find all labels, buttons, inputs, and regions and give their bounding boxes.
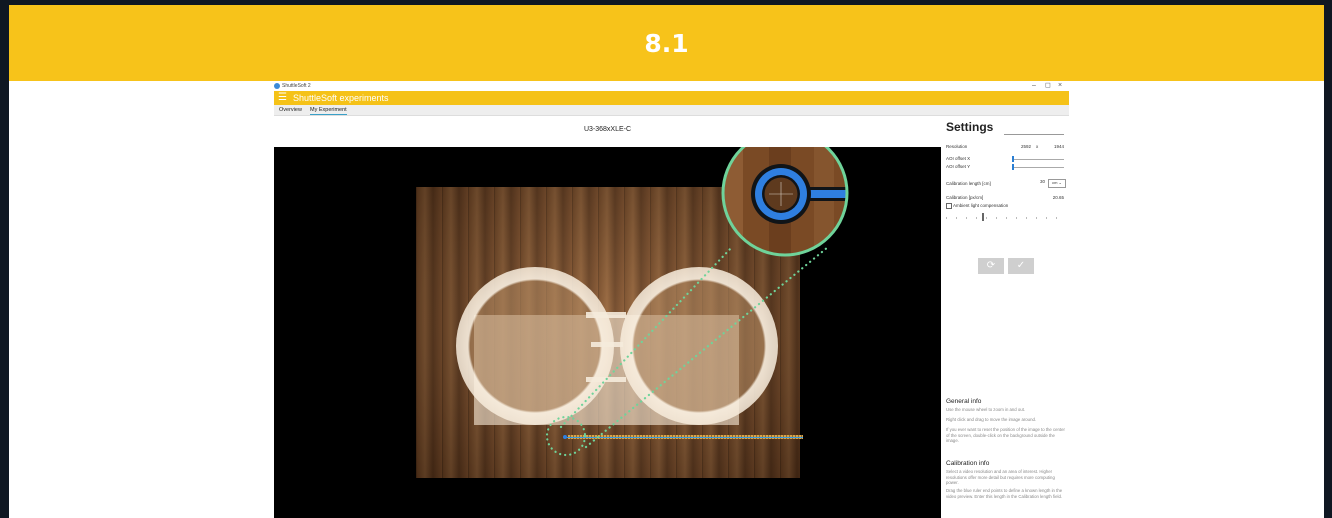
slide-frame: 8.1 ShuttleSoft 2 – ◻ × ☰ ShuttleSoft ex…	[0, 0, 1332, 518]
general-info-heading: General info	[946, 398, 982, 405]
aoi-offset-x-thumb[interactable]	[1012, 156, 1014, 162]
calibration-row: Calibration [px/cm] 20.65	[946, 195, 1064, 200]
app-logo-icon	[274, 83, 280, 89]
aoi-offset-x-label: AOI offset X	[946, 156, 971, 161]
zoom-guide-line-upper	[559, 245, 734, 429]
calibration-info-text-2: Drag the blue ruler end points to define…	[946, 488, 1063, 499]
calibration-label: Calibration [px/cm]	[946, 195, 984, 200]
minimize-button[interactable]: –	[1032, 81, 1036, 91]
zoom-overlay	[545, 147, 849, 457]
ruler-endpoint-handle[interactable]	[563, 435, 567, 439]
reset-button[interactable]: ⟳	[978, 258, 1004, 274]
calibration-length-label: Calibration length [cm]	[946, 181, 991, 186]
unit-select-value: cm	[1052, 180, 1058, 185]
ambient-light-checkbox[interactable]	[946, 203, 952, 209]
app-name: ShuttleSoft experiments	[293, 93, 389, 103]
aoi-offset-x-slider[interactable]	[1012, 159, 1064, 160]
ambient-light-slider[interactable]	[946, 215, 1064, 221]
zoom-guide-line-lower	[584, 245, 830, 449]
window-titlebar: ShuttleSoft 2 – ◻ ×	[274, 81, 1069, 91]
settings-title: Settings	[946, 120, 994, 134]
banner-title: 8.1	[644, 28, 689, 58]
check-icon: ✓	[1016, 260, 1026, 271]
window-title: ShuttleSoft 2	[282, 83, 311, 89]
slide-banner: 8.1	[9, 5, 1324, 81]
general-info-text-1: Use the mouse wheel to zoom in and out.	[946, 407, 1026, 412]
general-info-text-2: Right click and drag to move the image a…	[946, 417, 1037, 422]
app-header: ☰ ShuttleSoft experiments	[274, 91, 1069, 105]
calibration-length-input[interactable]: 30	[1031, 179, 1045, 186]
confirm-button[interactable]: ✓	[1008, 258, 1034, 274]
calibration-info-text-1: Select a video resolution and an area of…	[946, 469, 1055, 486]
close-button[interactable]: ×	[1058, 81, 1062, 91]
ambient-light-slider-thumb[interactable]	[982, 213, 984, 221]
settings-divider	[1004, 134, 1064, 135]
general-info-text-3: If you ever want to reset the position o…	[946, 427, 1065, 444]
ambient-light-label: Ambient light compensation	[953, 203, 1009, 208]
refresh-icon: ⟳	[986, 260, 996, 271]
aoi-offset-y-row: AOI offset Y	[946, 164, 1064, 170]
resolution-row: Resolution 2592 x 1944	[946, 144, 1064, 149]
tab-bar: Overview My Experiment	[274, 105, 1069, 116]
tab-overview[interactable]: Overview	[279, 106, 302, 114]
resolution-height-input[interactable]: 1944	[1048, 144, 1064, 149]
camera-title: U3-368xXLE-C	[583, 126, 632, 133]
aoi-offset-y-slider[interactable]	[1012, 167, 1064, 168]
settings-panel: Settings Resolution 2592 x 1944 AOI offs…	[942, 117, 1069, 518]
calibration-length-row: Calibration length [cm] 30 cm ⌄	[946, 179, 1066, 188]
resolution-label: Resolution	[946, 144, 968, 149]
resolution-width-input[interactable]: 2592	[1011, 144, 1031, 149]
app-window: ShuttleSoft 2 – ◻ × ☰ ShuttleSoft experi…	[274, 81, 1069, 518]
calibration-value: 20.65	[1052, 195, 1064, 200]
video-preview[interactable]	[274, 147, 941, 518]
resolution-separator: x	[1036, 144, 1039, 149]
unit-select[interactable]: cm ⌄	[1048, 179, 1066, 188]
maximize-button[interactable]: ◻	[1045, 81, 1051, 91]
hamburger-icon[interactable]: ☰	[278, 92, 287, 104]
calibration-info-heading: Calibration info	[946, 460, 990, 467]
aoi-offset-y-label: AOI offset Y	[946, 164, 971, 169]
aoi-offset-x-row: AOI offset X	[946, 156, 1064, 162]
chevron-down-icon: ⌄	[1058, 180, 1062, 185]
aoi-offset-y-thumb[interactable]	[1012, 164, 1014, 170]
tab-my-experiment[interactable]: My Experiment	[310, 106, 347, 115]
